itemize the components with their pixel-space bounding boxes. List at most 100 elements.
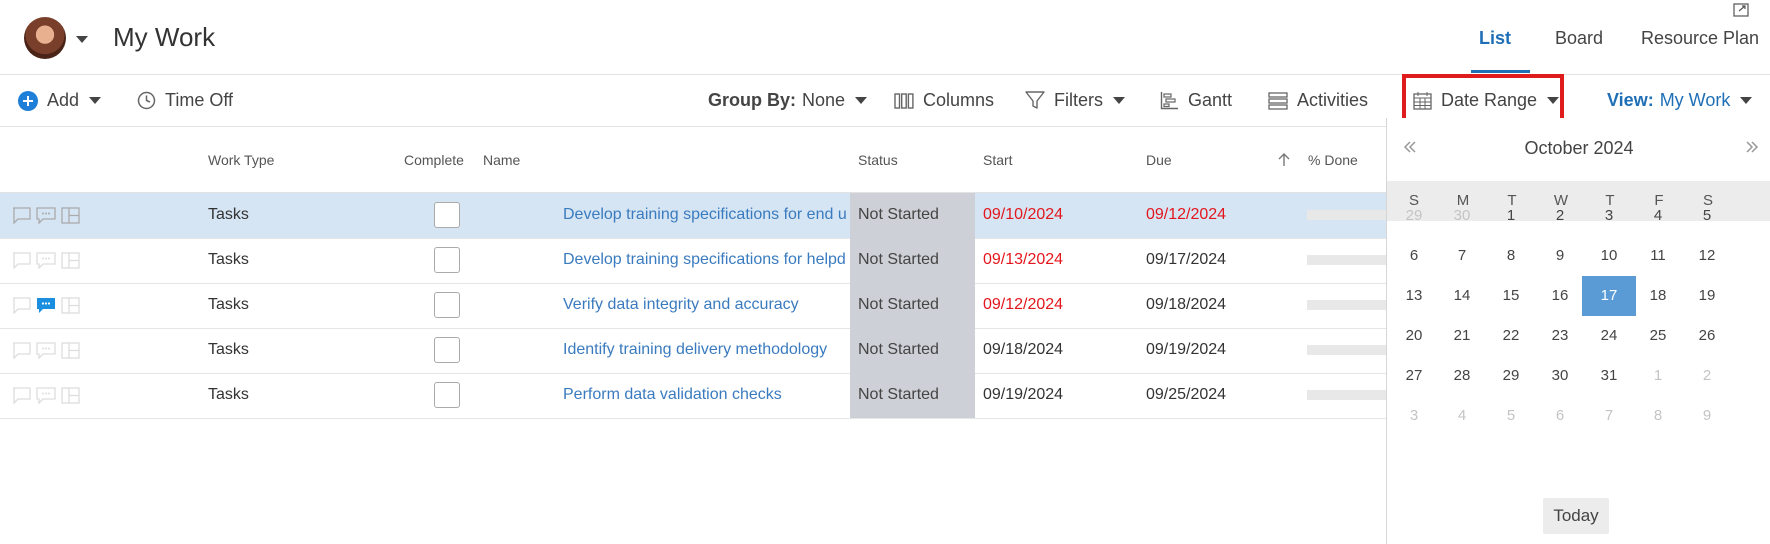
task-name-link[interactable]: Perform data validation checks — [563, 386, 852, 404]
layout-icon[interactable] — [61, 207, 80, 224]
complete-checkbox[interactable] — [434, 382, 460, 408]
calendar-day[interactable]: 4 — [1631, 196, 1685, 236]
calendar-day[interactable]: 13 — [1387, 276, 1441, 316]
calendar-day[interactable]: 3 — [1387, 396, 1441, 436]
calendar-day[interactable]: 5 — [1680, 196, 1734, 236]
note-icon[interactable] — [12, 252, 31, 269]
calendar-day[interactable]: 1 — [1484, 196, 1538, 236]
calendar-day[interactable]: 4 — [1435, 396, 1489, 436]
tab-board[interactable]: Board — [1555, 28, 1603, 49]
calendar-month-title[interactable]: October 2024 — [1387, 138, 1770, 159]
complete-checkbox[interactable] — [434, 337, 460, 363]
column-header-work-type[interactable]: Work Type — [208, 152, 274, 168]
table-row[interactable]: Tasks Identify training delivery methodo… — [0, 328, 1390, 374]
calendar-day[interactable]: 12 — [1680, 236, 1734, 276]
comment-icon[interactable] — [36, 252, 56, 269]
group-by-dropdown[interactable]: Group By: None — [708, 75, 876, 126]
note-icon[interactable] — [12, 387, 31, 404]
table-row[interactable]: Tasks Verify data integrity and accuracy… — [0, 283, 1390, 329]
gantt-button[interactable]: Gantt — [1160, 75, 1232, 126]
sort-arrow-up-icon[interactable] — [1278, 153, 1290, 167]
layout-icon[interactable] — [61, 252, 80, 269]
comment-icon[interactable] — [36, 342, 56, 359]
calendar-day[interactable]: 29 — [1387, 196, 1441, 236]
tab-resource-plan[interactable]: Resource Plan — [1641, 28, 1759, 49]
calendar-day[interactable]: 31 — [1582, 356, 1636, 396]
column-header-name[interactable]: Name — [483, 152, 520, 168]
note-icon[interactable] — [12, 342, 31, 359]
calendar-day[interactable]: 5 — [1484, 396, 1538, 436]
calendar-day[interactable]: 2 — [1533, 196, 1587, 236]
calendar-day[interactable]: 10 — [1582, 236, 1636, 276]
table-row[interactable]: Tasks Perform data validation checks Not… — [0, 373, 1390, 419]
task-name-link[interactable]: Develop training specifications for end … — [563, 206, 852, 224]
complete-checkbox[interactable] — [434, 292, 460, 318]
layout-icon[interactable] — [61, 387, 80, 404]
column-header-complete[interactable]: Complete — [404, 152, 464, 168]
calendar-day[interactable]: 20 — [1387, 316, 1441, 356]
note-icon[interactable] — [12, 297, 31, 314]
add-button[interactable]: Add — [18, 75, 110, 126]
comment-icon[interactable] — [36, 297, 56, 314]
calendar-day[interactable]: 24 — [1582, 316, 1636, 356]
calendar-day[interactable]: 16 — [1533, 276, 1587, 316]
complete-checkbox[interactable] — [434, 202, 460, 228]
today-button[interactable]: Today — [1543, 498, 1609, 534]
table-row[interactable]: Tasks Develop training specifications fo… — [0, 238, 1390, 284]
calendar-day[interactable]: 21 — [1435, 316, 1489, 356]
calendar-day[interactable]: 7 — [1582, 396, 1636, 436]
task-name-link[interactable]: Verify data integrity and accuracy — [563, 296, 852, 314]
caret-down-icon[interactable] — [76, 36, 88, 44]
status-cell[interactable]: Not Started — [850, 328, 975, 373]
note-icon[interactable] — [12, 207, 31, 224]
status-cell[interactable]: Not Started — [850, 373, 975, 418]
column-header-start[interactable]: Start — [983, 152, 1013, 168]
layout-icon[interactable] — [61, 342, 80, 359]
calendar-day[interactable]: 8 — [1484, 236, 1538, 276]
calendar-day[interactable]: 30 — [1435, 196, 1489, 236]
calendar-day[interactable]: 8 — [1631, 396, 1685, 436]
calendar-day[interactable]: 26 — [1680, 316, 1734, 356]
calendar-day[interactable]: 18 — [1631, 276, 1685, 316]
columns-button[interactable]: Columns — [894, 75, 994, 126]
time-off-button[interactable]: Time Off — [137, 75, 233, 126]
task-name-link[interactable]: Identify training delivery methodology — [563, 341, 852, 359]
status-cell[interactable]: Not Started — [850, 193, 975, 238]
calendar-day[interactable]: 3 — [1582, 196, 1636, 236]
status-cell[interactable]: Not Started — [850, 238, 975, 283]
calendar-day[interactable]: 25 — [1631, 316, 1685, 356]
table-row[interactable]: Tasks Develop training specifications fo… — [0, 193, 1390, 239]
complete-checkbox[interactable] — [434, 247, 460, 273]
calendar-day[interactable]: 27 — [1387, 356, 1441, 396]
comment-icon[interactable] — [36, 207, 56, 224]
calendar-day[interactable]: 17 — [1582, 276, 1636, 316]
calendar-day[interactable]: 23 — [1533, 316, 1587, 356]
user-avatar[interactable] — [24, 17, 66, 59]
calendar-day[interactable]: 11 — [1631, 236, 1685, 276]
expand-icon[interactable] — [1733, 3, 1749, 17]
tab-list[interactable]: List — [1479, 28, 1511, 49]
calendar-day[interactable]: 9 — [1680, 396, 1734, 436]
layout-icon[interactable] — [61, 297, 80, 314]
column-header-due[interactable]: Due — [1146, 152, 1172, 168]
calendar-day[interactable]: 30 — [1533, 356, 1587, 396]
calendar-day[interactable]: 6 — [1387, 236, 1441, 276]
calendar-day[interactable]: 14 — [1435, 276, 1489, 316]
calendar-day[interactable]: 28 — [1435, 356, 1489, 396]
task-name-link[interactable]: Develop training specifications for help… — [563, 251, 852, 269]
calendar-day[interactable]: 1 — [1631, 356, 1685, 396]
calendar-day[interactable]: 15 — [1484, 276, 1538, 316]
filters-dropdown[interactable]: Filters — [1025, 75, 1134, 126]
calendar-day[interactable]: 29 — [1484, 356, 1538, 396]
calendar-day[interactable]: 19 — [1680, 276, 1734, 316]
calendar-day[interactable]: 2 — [1680, 356, 1734, 396]
activities-button[interactable]: Activities — [1268, 75, 1368, 126]
comment-icon[interactable] — [36, 387, 56, 404]
column-header-percent-done[interactable]: % Done — [1308, 152, 1358, 168]
status-cell[interactable]: Not Started — [850, 283, 975, 328]
column-header-status[interactable]: Status — [858, 152, 898, 168]
calendar-day[interactable]: 22 — [1484, 316, 1538, 356]
calendar-day[interactable]: 9 — [1533, 236, 1587, 276]
calendar-day[interactable]: 6 — [1533, 396, 1587, 436]
double-chevron-right-icon[interactable] — [1745, 140, 1759, 154]
